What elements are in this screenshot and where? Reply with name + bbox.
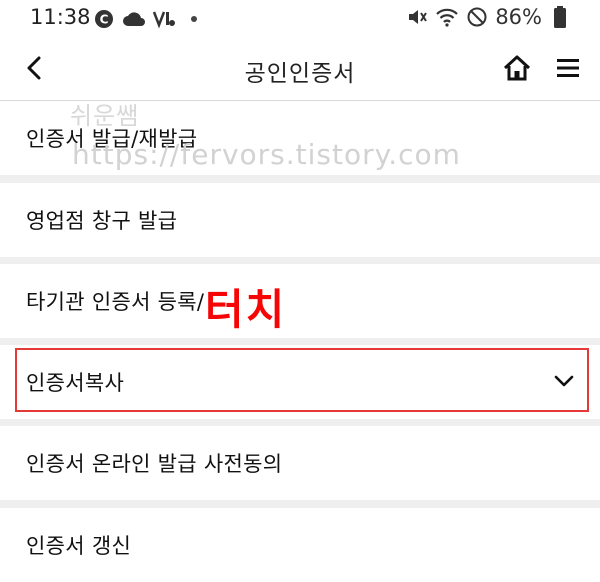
battery-icon	[548, 5, 572, 29]
home-button[interactable]	[500, 51, 534, 85]
menu-item-certificate-renew[interactable]: 인증서 갱신	[0, 508, 600, 582]
status-time: 11:38	[30, 5, 91, 29]
menu-item-branch-issue[interactable]: 영업점 창구 발급	[0, 183, 600, 257]
status-right: 86%	[405, 5, 572, 29]
menu-item-label: 인증서 발급/재발급	[26, 127, 198, 151]
volte-icon	[152, 7, 176, 31]
home-icon	[503, 55, 531, 81]
menu-item-label: 인증서 갱신	[26, 534, 132, 558]
status-bar: 11:38 C 86%	[0, 0, 600, 36]
svg-text:C: C	[100, 13, 109, 27]
menu-item-certificate-copy[interactable]: 인증서복사	[0, 345, 600, 419]
menu-item-other-institution-register[interactable]: 타기관 인증서 등록/	[0, 264, 600, 338]
app-bar: 공인인증서	[0, 36, 600, 101]
battery-percent: 86%	[495, 5, 542, 29]
dot-icon	[182, 7, 206, 31]
menu-item-label: 영업점 창구 발급	[26, 209, 178, 233]
status-left-icons: C	[92, 7, 206, 31]
touch-annotation: 터치	[205, 285, 287, 334]
menu-item-label: 인증서복사	[26, 371, 125, 395]
chevron-down-icon	[554, 375, 574, 387]
menu-item-certificate-issue[interactable]: 인증서 발급/재발급	[0, 101, 600, 175]
menu-item-label: 타기관 인증서 등록/	[26, 290, 205, 314]
menu-button[interactable]	[554, 53, 584, 83]
menu-item-label: 인증서 온라인 발급 사전동의	[26, 452, 283, 476]
menu-item-online-issue-consent[interactable]: 인증서 온라인 발급 사전동의	[0, 426, 600, 500]
hamburger-menu-icon	[557, 59, 579, 77]
cloud-icon	[122, 7, 146, 31]
do-not-disturb-icon	[465, 5, 489, 29]
wifi-icon	[435, 5, 459, 29]
mute-icon	[405, 5, 429, 29]
c-circle-icon: C	[92, 7, 116, 31]
